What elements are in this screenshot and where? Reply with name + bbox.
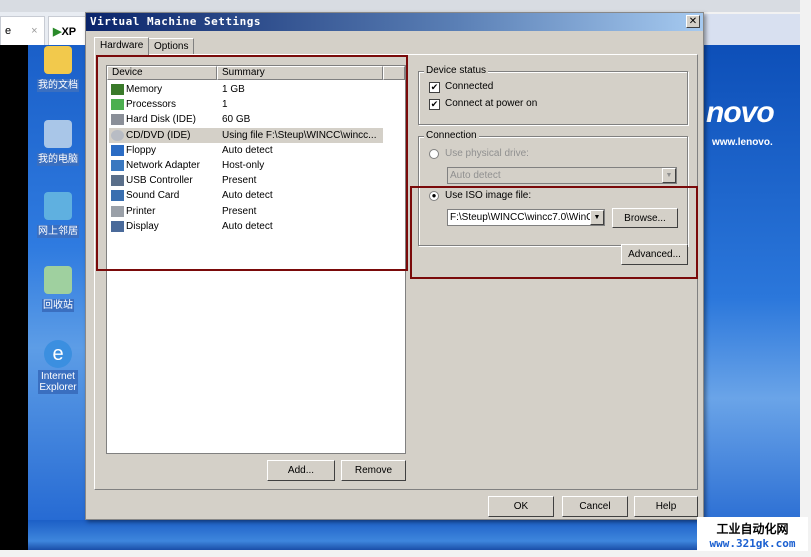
ok-button[interactable]: OK	[488, 496, 554, 517]
select-value: Auto detect	[450, 170, 501, 181]
highlight-iso-option	[410, 186, 698, 279]
group-title: Connection	[424, 130, 479, 141]
desktop-icon-my-computer[interactable]: 我的电脑	[30, 120, 86, 166]
help-button[interactable]: Help	[634, 496, 698, 517]
highlight-device-list	[96, 55, 408, 271]
icon-label: 回收站	[42, 299, 74, 312]
watermark-url: www.321gk.com	[709, 537, 796, 550]
group-title: Device status	[424, 65, 489, 76]
watermark: 工业自动化网 www.321gk.com	[697, 517, 808, 551]
physical-drive-radio[interactable]	[429, 149, 439, 159]
icon-label: Internet Explorer	[38, 370, 78, 394]
physical-drive-label: Use physical drive:	[445, 148, 529, 159]
physical-drive-select[interactable]: Auto detect ▼	[447, 167, 677, 184]
desktop-icon-recycle-bin[interactable]: 回收站	[30, 266, 86, 312]
icon-label: 我的文档	[37, 79, 79, 92]
close-icon[interactable]: ×	[31, 25, 37, 37]
lenovo-url: www.lenovo.	[712, 137, 773, 148]
lenovo-logo: novo	[706, 96, 775, 129]
desktop-icon-ie[interactable]: e Internet Explorer	[30, 340, 86, 394]
add-button[interactable]: Add...	[267, 460, 335, 481]
browser-tab-active[interactable]: ▶XP	[48, 16, 88, 45]
tab-options[interactable]: Options	[148, 38, 195, 55]
vm-border	[0, 45, 28, 550]
computer-icon	[44, 120, 72, 148]
remove-button[interactable]: Remove	[341, 460, 406, 481]
dialog-title: Virtual Machine Settings	[90, 15, 261, 28]
connect-power-on-label: Connect at power on	[445, 98, 538, 109]
recycle-bin-icon	[44, 266, 72, 294]
connected-checkbox[interactable]: ✔	[429, 82, 440, 93]
window-strip	[704, 14, 800, 45]
cancel-button[interactable]: Cancel	[562, 496, 628, 517]
close-button[interactable]: ✕	[686, 15, 700, 28]
desktop-icon-network[interactable]: 网上邻居	[30, 192, 86, 238]
device-status-group: Device status ✔ Connected ✔ Connect at p…	[418, 65, 688, 125]
watermark-title: 工业自动化网	[716, 522, 789, 536]
icon-label: 我的电脑	[37, 153, 79, 166]
tab-hardware[interactable]: Hardware	[94, 37, 150, 55]
chevron-down-icon[interactable]: ▼	[662, 168, 676, 183]
tab-label: XP	[61, 26, 77, 38]
icon-label: 网上邻居	[37, 225, 79, 238]
title-bar: Virtual Machine Settings	[86, 13, 703, 31]
ie-icon: e	[44, 340, 72, 368]
network-places-icon	[44, 192, 72, 220]
connect-power-on-checkbox[interactable]: ✔	[429, 99, 440, 110]
browser-tab[interactable]: e ×	[0, 16, 45, 45]
tab-label: e	[5, 25, 12, 37]
browser-toolbar	[0, 0, 800, 12]
connected-label: Connected	[445, 81, 494, 92]
desktop-bottom	[28, 520, 800, 550]
desktop-icon-my-documents[interactable]: 我的文档	[30, 46, 86, 92]
folder-icon	[44, 46, 72, 74]
